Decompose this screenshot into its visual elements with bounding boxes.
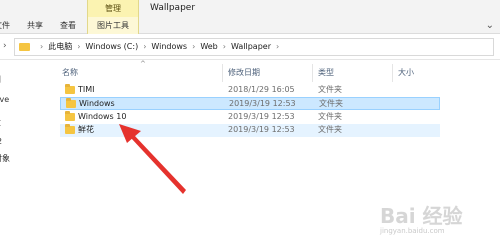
breadcrumb: › 此电脑 › Windows (C:) › Windows › Web › W… xyxy=(35,39,284,55)
nav-item-objects[interactable]: 对象 xyxy=(0,153,14,164)
column-divider[interactable] xyxy=(222,64,223,82)
column-divider[interactable] xyxy=(392,64,393,82)
tab-share[interactable]: 共享 xyxy=(27,17,43,34)
file-date: 2019/3/19 12:53 xyxy=(229,99,296,108)
file-row[interactable]: TIMI 2018/1/29 16:05 文件夹 xyxy=(60,84,440,97)
breadcrumb-separator[interactable]: › xyxy=(77,39,80,55)
nav-item-two[interactable]: 2 xyxy=(0,137,14,146)
tab-view[interactable]: 查看 xyxy=(60,17,76,34)
breadcrumb-web[interactable]: Web xyxy=(200,39,217,55)
file-row-selected[interactable]: Windows 2019/3/19 12:53 文件夹 xyxy=(60,97,440,110)
file-row[interactable]: Windows 10 2019/3/19 12:53 文件夹 xyxy=(60,111,440,124)
tab-file-label: 文件 xyxy=(0,21,10,30)
tab-file[interactable]: 文件 xyxy=(0,17,14,34)
file-type: 文件夹 xyxy=(319,99,343,108)
baidu-watermark: Bai 经验 jingyan.baidu.com xyxy=(380,200,498,240)
ribbon-tab-strip: 管理 Wallpaper 文件 共享 查看 图片工具 ⌄ xyxy=(0,0,500,34)
column-divider[interactable] xyxy=(312,64,313,82)
file-name: 鲜花 xyxy=(78,125,94,134)
address-box[interactable]: › 此电脑 › Windows (C:) › Windows › Web › W… xyxy=(14,38,494,56)
arrow-shaft xyxy=(131,135,186,194)
folder-icon xyxy=(65,84,75,94)
column-header-date[interactable]: 修改日期 xyxy=(228,66,260,80)
file-row-hover[interactable]: 鲜花 2019/3/19 12:53 文件夹 xyxy=(60,124,440,137)
breadcrumb-windows[interactable]: Windows xyxy=(151,39,187,55)
breadcrumb-separator[interactable]: › xyxy=(192,39,195,55)
file-type: 文件夹 xyxy=(318,85,342,94)
folder-icon xyxy=(19,43,30,51)
breadcrumb-windows-c[interactable]: Windows (C:) xyxy=(85,39,138,55)
folder-icon xyxy=(65,124,75,134)
file-date: 2018/1/29 16:05 xyxy=(228,85,295,94)
column-header-size[interactable]: 大小 xyxy=(398,66,414,80)
file-name: Windows xyxy=(79,99,115,108)
file-name: Windows 10 xyxy=(78,112,127,121)
watermark-url: jingyan.baidu.com xyxy=(380,227,445,235)
nav-up-icon[interactable]: › xyxy=(3,41,7,51)
nav-item-onedrive[interactable]: rive xyxy=(0,95,14,104)
breadcrumb-separator[interactable]: › xyxy=(276,39,279,55)
file-type: 文件夹 xyxy=(318,112,342,121)
breadcrumb-separator[interactable]: › xyxy=(40,39,43,55)
window-title: Wallpaper xyxy=(150,3,196,13)
file-type: 文件夹 xyxy=(318,125,342,134)
navigation-pane: 问 rive 盘 2 对象 xyxy=(0,61,14,247)
watermark-logo: Bai 经验 xyxy=(380,204,463,228)
address-bar: › › 此电脑 › Windows (C:) › Windows › Web ›… xyxy=(0,34,500,60)
nav-item-disk[interactable]: 盘 xyxy=(0,117,14,128)
folder-icon xyxy=(65,111,75,121)
breadcrumb-separator[interactable]: › xyxy=(223,39,226,55)
folder-icon xyxy=(66,98,76,108)
sort-up-icon: ^ xyxy=(140,60,146,68)
ribbon-expand-icon[interactable]: ⌄ xyxy=(486,20,494,32)
tab-picture-tools[interactable]: 图片工具 xyxy=(87,17,139,34)
breadcrumb-separator[interactable]: › xyxy=(143,39,146,55)
nav-item-access[interactable]: 问 xyxy=(0,74,14,85)
file-name: TIMI xyxy=(78,85,95,94)
breadcrumb-this-pc[interactable]: 此电脑 xyxy=(48,39,72,55)
breadcrumb-wallpaper[interactable]: Wallpaper xyxy=(231,39,271,55)
file-date: 2019/3/19 12:53 xyxy=(228,112,295,121)
column-header-type[interactable]: 类型 xyxy=(318,66,334,80)
column-header-name[interactable]: 名称 xyxy=(62,66,78,80)
file-date: 2019/3/19 12:53 xyxy=(228,125,295,134)
context-tab-manage[interactable]: 管理 xyxy=(87,0,139,17)
